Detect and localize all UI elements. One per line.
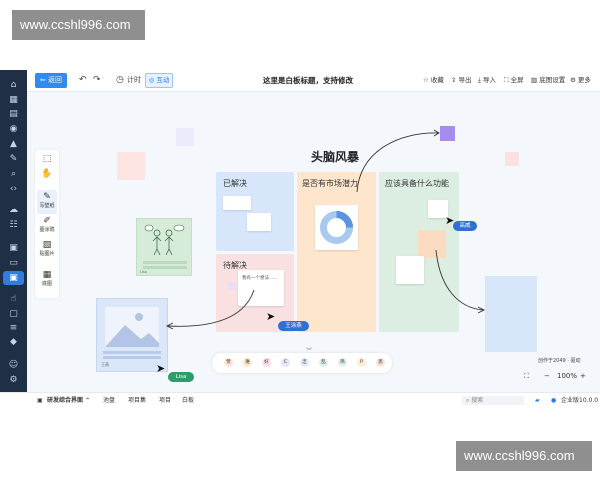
edition-label: 企业版10.0.0	[561, 397, 599, 404]
background-icon[interactable]: ▦	[41, 270, 53, 281]
sticker-strip: 赞 难 好 C 乏 乱 简 P 思	[212, 353, 392, 373]
tab-whiteboard[interactable]: 白板	[182, 396, 194, 405]
tab-project-set[interactable]: 项目集	[128, 396, 146, 405]
workspace-icon: ▣	[37, 397, 43, 404]
sticker-7[interactable]: 简	[338, 358, 347, 367]
search-input[interactable]: ⌕ 搜索	[462, 396, 524, 405]
bottom-bar: ▣ 研发综合界面 ⌃ 池盘 项目集 项目 白板 ⌕ 搜索 ▰ ● 企业版10.0…	[0, 392, 600, 408]
zoom-out-button[interactable]: −	[544, 371, 550, 381]
fit-view-icon[interactable]: ⛶	[524, 371, 529, 381]
sticker-4[interactable]: C	[281, 358, 290, 367]
sticker-1[interactable]: 赞	[224, 358, 233, 367]
doodle-icon[interactable]: ✐	[41, 216, 53, 227]
version-text: 创作于2049 · 驱动	[538, 358, 581, 364]
picture-icon[interactable]: ▧	[41, 240, 53, 251]
search-placeholder: 搜索	[471, 397, 484, 404]
zoom-in-button[interactable]: +	[580, 371, 586, 381]
palette-label-write[interactable]: 写壁纸	[35, 203, 59, 210]
tool-palette: ⬚ ✋ ✎ 写壁纸 ✐ 图涂鸦 ▧ 贴图片 ▦ 底图	[35, 150, 59, 298]
user-tag-gaowei: 高威	[453, 221, 477, 231]
palette-label-doodle[interactable]: 图涂鸦	[35, 227, 59, 234]
select-icon[interactable]: ⬚	[41, 154, 53, 165]
sticker-8[interactable]: P	[357, 358, 366, 367]
write-icon[interactable]: ✎	[41, 192, 53, 203]
screenshot-root: { "watermark": { "top": "www.ccshl996.co…	[0, 0, 600, 480]
palette-label-background[interactable]: 底图	[35, 281, 59, 288]
notification-icon[interactable]: ▰	[535, 396, 540, 405]
sticker-5[interactable]: 乏	[300, 358, 309, 367]
palette-label-picture[interactable]: 贴图片	[35, 251, 59, 258]
sticker-2[interactable]: 难	[243, 358, 252, 367]
user-tag-lisa: Lisa	[168, 372, 194, 382]
cursor-icon: ➤	[156, 362, 166, 375]
sticker-6[interactable]: 乱	[319, 358, 328, 367]
user-tag-wangyan: 王涂燕	[278, 321, 309, 331]
tab-chipan[interactable]: 池盘	[103, 396, 115, 405]
hand-icon[interactable]: ✋	[41, 169, 53, 180]
sticker-3[interactable]: 好	[262, 358, 271, 367]
workspace-label: 研发综合界面	[47, 397, 84, 404]
cursor-icon: ➤	[266, 310, 276, 323]
sticker-9[interactable]: 思	[376, 358, 385, 367]
chevron-up-icon: ⌃	[83, 397, 91, 404]
edition-logo-icon: ●	[551, 397, 557, 404]
zoom-level: 100%	[557, 372, 578, 380]
watermark-top: www.ccshl996.com	[12, 10, 145, 40]
tab-project[interactable]: 项目	[159, 396, 171, 405]
workspace-selector[interactable]: 研发综合界面 ⌃	[47, 396, 90, 405]
whiteboard-app: ⌂ ▦ ▤ ◉ ▲ ✎ ⌕ ‹› ☁ ☷ ▣ ▭ ▣ ☝ ▢ ≡ ◆ ☺ ⚙ »…	[0, 70, 600, 408]
watermark-bottom: www.ccshl996.com	[456, 441, 592, 471]
